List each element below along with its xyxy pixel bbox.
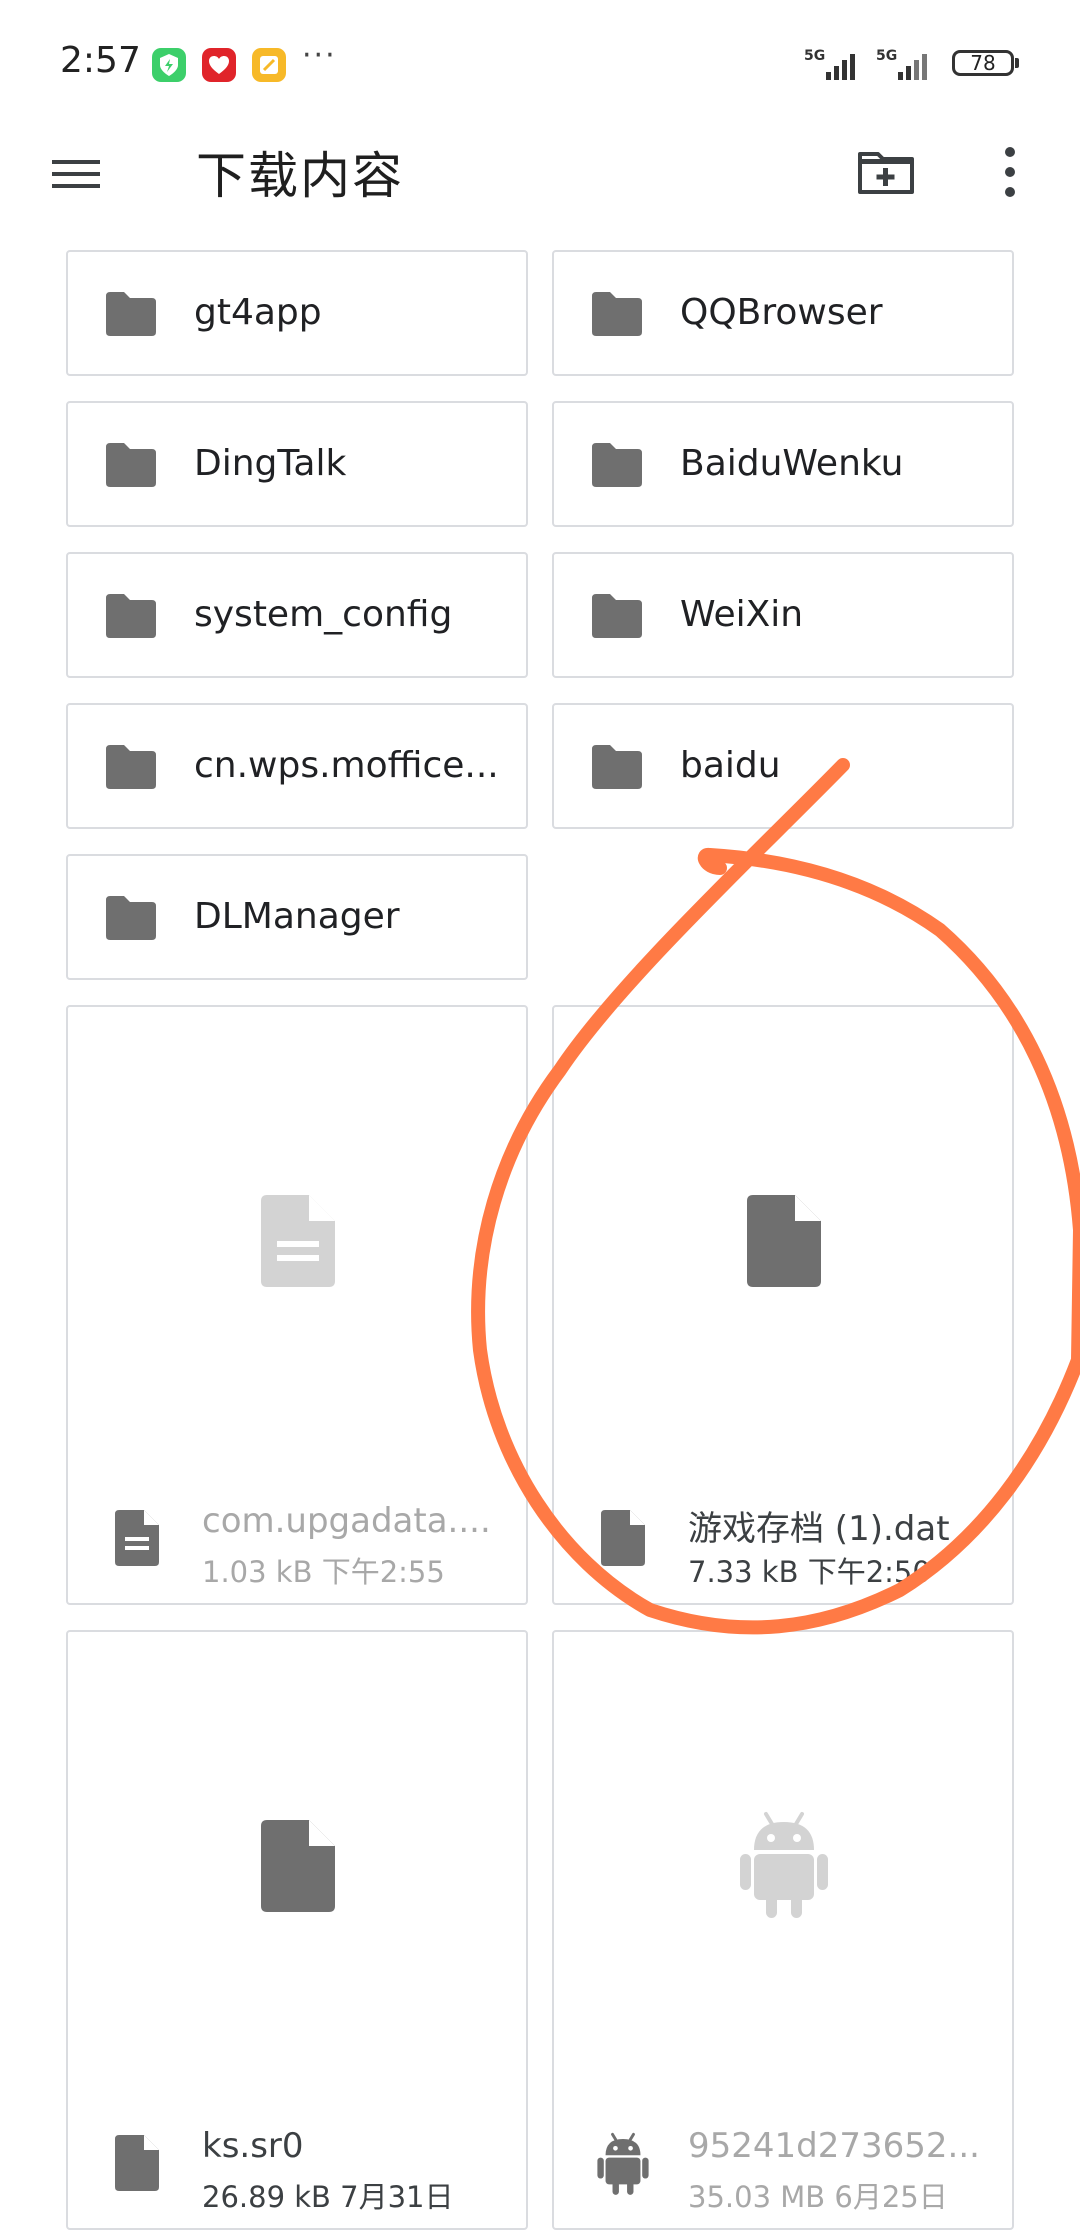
folder-name: BaiduWenku xyxy=(680,443,904,484)
folder-name: WeiXin xyxy=(680,594,804,635)
folder-name: QQBrowser xyxy=(680,292,883,333)
folder-card[interactable]: BaiduWenku xyxy=(552,401,1014,527)
folder-icon xyxy=(106,292,156,336)
page-title: 下载内容 xyxy=(196,147,404,205)
folder-name: gt4app xyxy=(194,292,322,333)
folder-card[interactable]: WeiXin xyxy=(552,552,1014,678)
file-name: 95241d273652... xyxy=(688,2126,980,2166)
folder-icon xyxy=(592,745,642,789)
file-icon xyxy=(747,1195,821,1287)
folder-name: DingTalk xyxy=(194,443,347,484)
signal-2-label: 5G xyxy=(876,48,897,64)
folder-icon xyxy=(592,443,642,487)
more-notifications-icon: ··· xyxy=(302,38,337,73)
more-options-icon[interactable] xyxy=(990,142,1030,202)
signal-5g-icon-2: 5G xyxy=(876,48,927,80)
folder-card[interactable]: DingTalk xyxy=(66,401,528,527)
status-bar: 2:57 ··· 5G 5G 78 xyxy=(0,0,1080,128)
folder-icon xyxy=(106,896,156,940)
folder-card[interactable]: gt4app xyxy=(66,250,528,376)
menu-icon[interactable] xyxy=(50,148,102,200)
signal-5g-icon: 5G xyxy=(804,48,855,80)
battery-level: 78 xyxy=(970,51,996,75)
security-app-icon xyxy=(152,48,186,82)
file-name: com.upgadata.... xyxy=(202,1501,491,1541)
file-name: ks.sr0 xyxy=(202,2126,304,2166)
folder-icon xyxy=(106,594,156,638)
file-meta: 35.03 MB 6月25日 xyxy=(688,2180,948,2214)
file-icon xyxy=(601,1510,645,1566)
folder-icon xyxy=(592,594,642,638)
text-file-icon xyxy=(261,1195,335,1287)
file-icon xyxy=(115,2135,159,2191)
folder-card[interactable]: cn.wps.moffice... xyxy=(66,703,528,829)
folder-card[interactable]: baidu xyxy=(552,703,1014,829)
file-name: 游戏存档 (1).dat xyxy=(688,1509,950,1549)
text-file-icon xyxy=(115,1510,159,1566)
folder-card[interactable]: system_config xyxy=(66,552,528,678)
battery-icon: 78 xyxy=(952,50,1014,76)
file-icon xyxy=(261,1820,335,1912)
app-toolbar: 下载内容 xyxy=(0,128,1080,224)
folder-name: DLManager xyxy=(194,896,400,937)
file-card[interactable]: 95241d273652... 35.03 MB 6月25日 xyxy=(552,1630,1014,2230)
file-card[interactable]: com.upgadata.... 1.03 kB 下午2:55 xyxy=(66,1005,528,1605)
folder-card[interactable]: QQBrowser xyxy=(552,250,1014,376)
file-meta: 1.03 kB 下午2:55 xyxy=(202,1555,445,1589)
folder-icon xyxy=(106,745,156,789)
battery-nub xyxy=(1015,58,1019,68)
folder-name: baidu xyxy=(680,745,781,786)
folder-name: system_config xyxy=(194,594,453,635)
folder-icon xyxy=(592,292,642,336)
android-icon xyxy=(597,2132,649,2195)
signal-1-label: 5G xyxy=(804,48,825,64)
file-meta: 7.33 kB 下午2:50 xyxy=(688,1555,931,1589)
folder-icon xyxy=(106,443,156,487)
android-icon xyxy=(740,1812,828,1918)
folder-name: cn.wps.moffice... xyxy=(194,745,499,786)
status-time: 2:57 xyxy=(60,40,141,81)
notes-app-icon xyxy=(252,48,286,82)
health-app-icon xyxy=(202,48,236,82)
new-folder-icon[interactable] xyxy=(856,142,916,202)
file-card[interactable]: 游戏存档 (1).dat 7.33 kB 下午2:50 xyxy=(552,1005,1014,1605)
folder-card[interactable]: DLManager xyxy=(66,854,528,980)
file-card[interactable]: ks.sr0 26.89 kB 7月31日 xyxy=(66,1630,528,2230)
file-meta: 26.89 kB 7月31日 xyxy=(202,2180,454,2214)
